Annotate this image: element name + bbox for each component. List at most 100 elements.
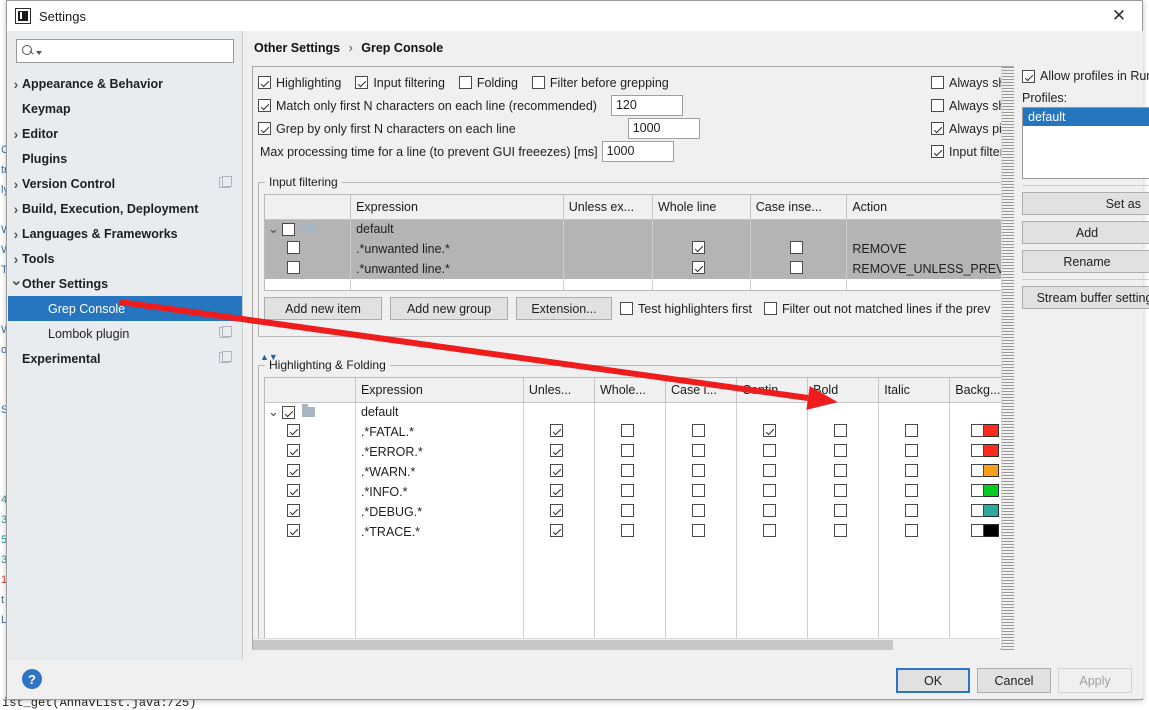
table-row[interactable]: .*FATAL.* — [265, 422, 1014, 442]
profiles-list[interactable]: default — [1022, 107, 1149, 179]
action-dropdown[interactable]: REMOVE_UNLESS_PREVIO... — [852, 262, 1014, 276]
whole-line-checkbox[interactable] — [621, 444, 634, 457]
expression-cell[interactable]: .*FATAL.* — [355, 422, 523, 442]
search-box[interactable] — [16, 39, 234, 63]
background-color-swatch[interactable] — [971, 524, 999, 537]
column-header[interactable]: Case i... — [666, 378, 737, 402]
column-header[interactable] — [265, 195, 351, 219]
case-insensitive-checkbox[interactable] — [692, 524, 705, 537]
italic-checkbox[interactable] — [905, 464, 918, 477]
column-header[interactable] — [265, 378, 355, 402]
whole-line-checkbox[interactable] — [621, 424, 634, 437]
max-processing-time-input[interactable]: 1000 — [602, 141, 674, 162]
row-enabled-checkbox[interactable] — [287, 524, 300, 537]
profile-item-default[interactable]: default — [1023, 108, 1149, 126]
background-color-swatch-chip[interactable] — [984, 484, 999, 497]
table-row[interactable]: .*DEBUG.* — [265, 502, 1014, 522]
sidebar-item-plugins[interactable]: Plugins — [8, 146, 242, 171]
column-header[interactable]: Expression — [355, 378, 523, 402]
expression-cell[interactable]: default — [351, 219, 564, 239]
ok-button[interactable]: OK — [896, 668, 970, 693]
chevron-right-icon[interactable] — [10, 226, 22, 242]
expression-cell[interactable]: .*unwanted line.* — [351, 259, 564, 279]
sidebar-item-other-settings[interactable]: Other Settings — [8, 271, 242, 296]
filter-out-not-matched-lines-i-checkbox[interactable] — [764, 302, 777, 315]
close-icon[interactable]: ✕ — [1096, 1, 1142, 31]
sidebar-item-grep-console[interactable]: Grep Console — [8, 296, 242, 321]
sidebar-item-languages-frameworks[interactable]: Languages & Frameworks — [8, 221, 242, 246]
grep-first-n-input[interactable]: 1000 — [628, 118, 700, 139]
table-row[interactable]: .*ERROR.* — [265, 442, 1014, 462]
whole-line-checkbox[interactable] — [621, 524, 634, 537]
case-insensitive-checkbox[interactable] — [790, 261, 803, 274]
column-header[interactable]: Bold — [808, 378, 879, 402]
continue-matching-checkbox[interactable] — [763, 524, 776, 537]
sidebar-item-keymap[interactable]: Keymap — [8, 96, 242, 121]
folding-checkbox[interactable] — [459, 76, 472, 89]
row-enabled-checkbox[interactable] — [287, 241, 300, 254]
action-dropdown[interactable]: REMOVE — [852, 242, 1014, 256]
row-enabled-checkbox[interactable] — [287, 424, 300, 437]
case-insensitive-checkbox[interactable] — [692, 504, 705, 517]
italic-checkbox[interactable] — [905, 484, 918, 497]
italic-checkbox[interactable] — [905, 444, 918, 457]
column-header[interactable]: Whole line — [652, 195, 750, 219]
test-highlighters-first-checkbox[interactable] — [620, 302, 633, 315]
match-first-n-checkbox[interactable] — [258, 99, 271, 112]
table-row[interactable]: .*unwanted line.* REMOVE_UNLESS_PREVIO... — [265, 259, 1014, 279]
column-header[interactable]: Case inse... — [750, 195, 847, 219]
continue-matching-checkbox[interactable] — [763, 464, 776, 477]
background-color-swatch[interactable] — [971, 484, 999, 497]
background-color-swatch-chip[interactable] — [984, 444, 999, 457]
row-enabled-checkbox[interactable] — [287, 504, 300, 517]
italic-checkbox[interactable] — [905, 524, 918, 537]
grep-first-n-checkbox[interactable] — [258, 122, 271, 135]
background-color-swatch-checkbox[interactable] — [971, 484, 984, 497]
bold-checkbox[interactable] — [834, 524, 847, 537]
italic-checkbox[interactable] — [905, 504, 918, 517]
table-row[interactable]: .*unwanted line.*REMOVE — [265, 239, 1014, 259]
chevron-right-icon[interactable] — [10, 176, 22, 192]
match-first-n-input[interactable]: 120 — [611, 95, 683, 116]
add-new-group-button[interactable]: Add new group — [390, 297, 508, 320]
column-header[interactable]: Unles... — [523, 378, 594, 402]
expression-cell[interactable]: .*ERROR.* — [355, 442, 523, 462]
background-color-swatch-chip[interactable] — [984, 504, 999, 517]
expression-cell[interactable]: default — [355, 402, 523, 422]
background-color-swatch-checkbox[interactable] — [971, 444, 984, 457]
unless-expression-checkbox[interactable] — [550, 444, 563, 457]
chevron-right-icon[interactable] — [10, 251, 22, 267]
continue-matching-checkbox[interactable] — [763, 444, 776, 457]
background-color-swatch[interactable] — [971, 424, 999, 437]
background-color-swatch[interactable] — [971, 464, 999, 477]
chevron-right-icon[interactable] — [10, 201, 22, 217]
chevron-down-icon[interactable] — [10, 275, 22, 293]
background-color-swatch[interactable] — [971, 504, 999, 517]
case-insensitive-checkbox[interactable] — [692, 444, 705, 457]
italic-checkbox[interactable] — [905, 424, 918, 437]
unless-expression-checkbox[interactable] — [550, 424, 563, 437]
bold-checkbox[interactable] — [834, 464, 847, 477]
table-row[interactable]: .*INFO.* — [265, 482, 1014, 502]
table-row[interactable]: ⌄default — [265, 402, 1014, 422]
column-header[interactable]: Whole... — [594, 378, 665, 402]
case-insensitive-checkbox[interactable] — [692, 424, 705, 437]
whole-line-checkbox[interactable] — [621, 504, 634, 517]
help-icon[interactable]: ? — [22, 669, 42, 689]
set-as-default-button[interactable]: Set as — [1022, 192, 1149, 215]
add-new-item-button[interactable]: Add new item — [264, 297, 382, 320]
continue-matching-checkbox[interactable] — [763, 504, 776, 517]
sidebar-item-version-control[interactable]: Version Control — [8, 171, 242, 196]
sidebar-item-appearance-behavior[interactable]: Appearance & Behavior — [8, 71, 242, 96]
column-header[interactable]: Contin... — [737, 378, 808, 402]
always-show-statistics-panel-in-status-bar-checkbox[interactable] — [931, 76, 944, 89]
extension-button[interactable]: Extension... — [516, 297, 612, 320]
table-row[interactable]: ⌄default — [265, 219, 1014, 239]
case-insensitive-checkbox[interactable] — [790, 241, 803, 254]
background-color-swatch-checkbox[interactable] — [971, 464, 984, 477]
background-color-swatch-chip[interactable] — [984, 464, 999, 477]
column-header[interactable]: Expression — [351, 195, 564, 219]
background-color-swatch-checkbox[interactable] — [971, 504, 984, 517]
expression-cell[interactable]: .*WARN.* — [355, 462, 523, 482]
always-show-statistics-panel-in-console-checkbox[interactable] — [931, 99, 944, 112]
